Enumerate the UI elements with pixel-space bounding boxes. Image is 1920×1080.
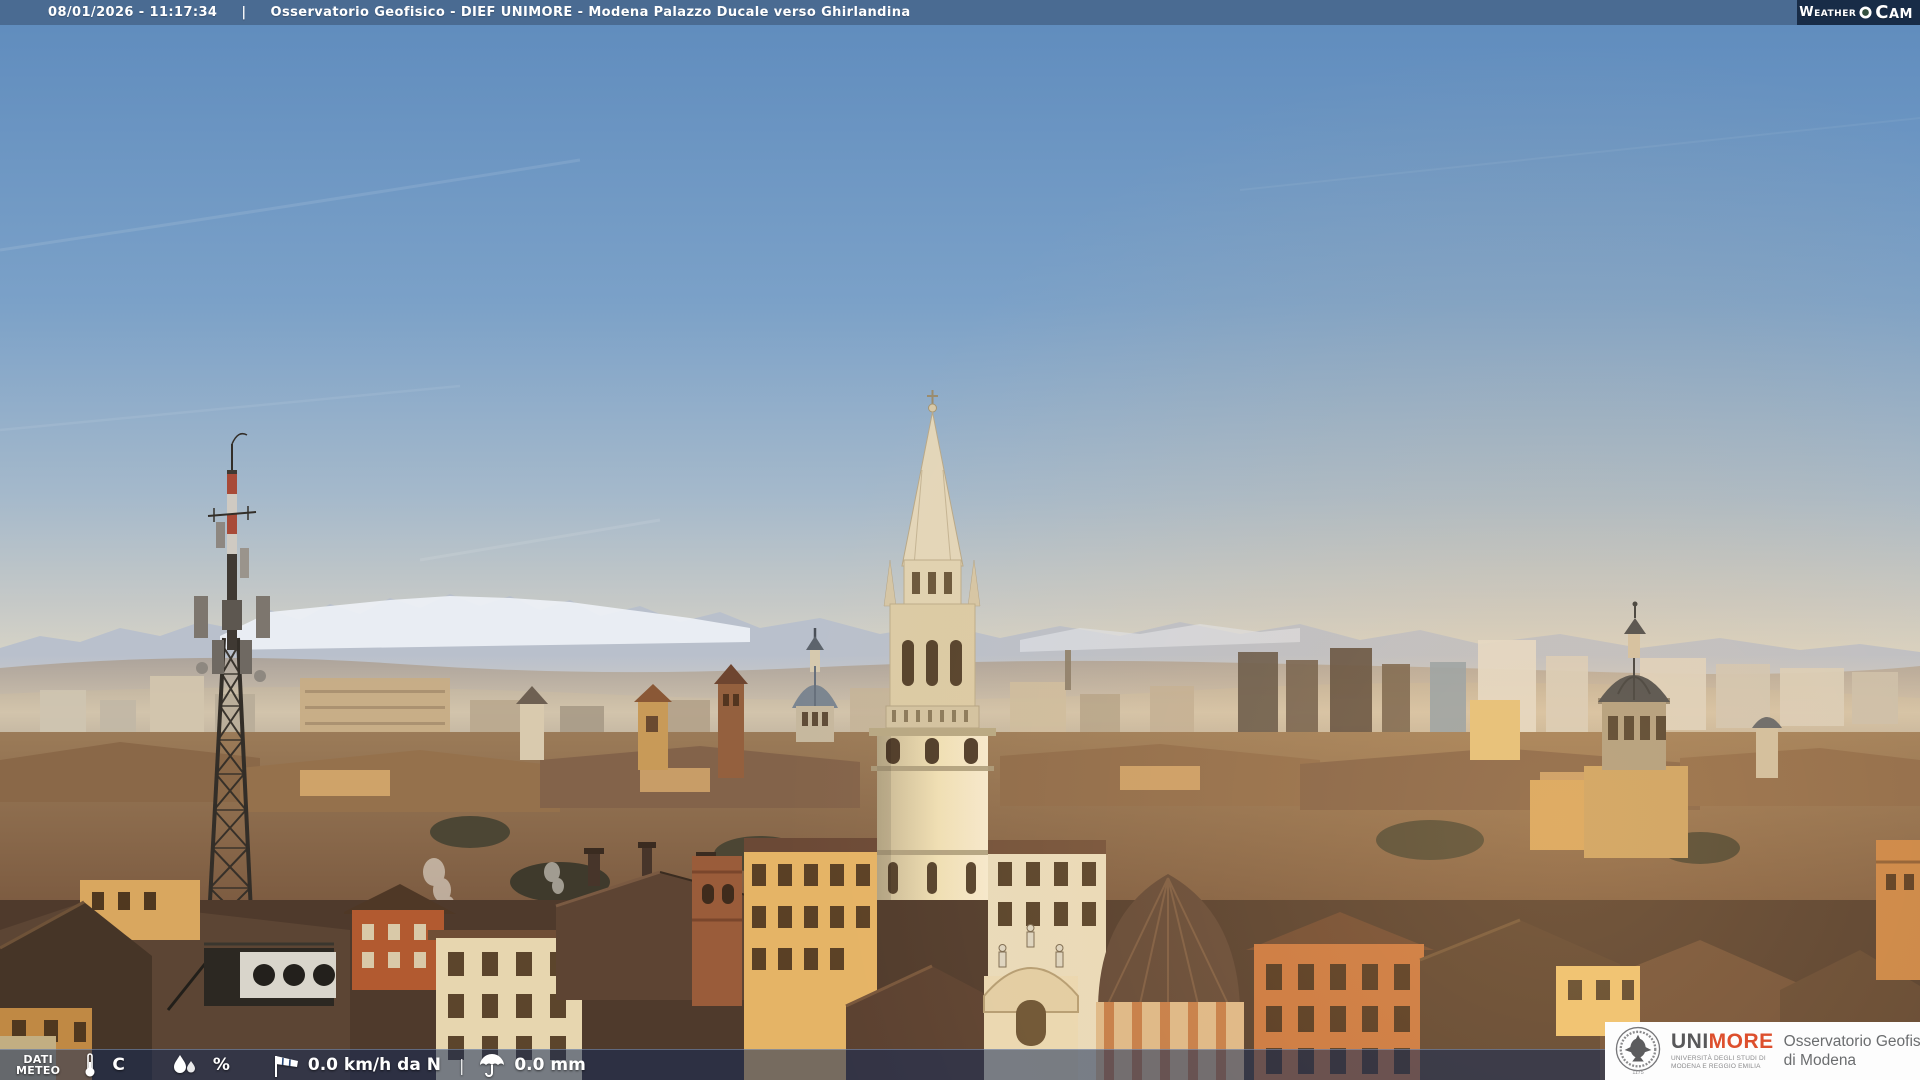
umbrella-icon [480, 1054, 505, 1077]
temperature-unit: C [112, 1055, 125, 1075]
windsock-icon [274, 1056, 298, 1077]
camera-title: Osservatorio Geofisico - DIEF UNIMORE - … [270, 5, 911, 20]
city-panorama-photo [0, 0, 1920, 1080]
logo-cam-text: Cam [1875, 1, 1913, 23]
unimore-wordmark: UNIMORE UNIVERSITÀ DEGLI STUDI DI MODENA… [1671, 1031, 1774, 1071]
seal-year: 1175 [1632, 1070, 1643, 1076]
observatory-name: Osservatorio Geofisico di Modena [1784, 1032, 1920, 1070]
weathercam-logo: Weather Cam [1797, 0, 1920, 25]
sun-glow [0, 0, 1920, 1080]
observatory-line1: Osservatorio Geofisico [1783, 1033, 1920, 1050]
weather-label-line2: METEO [16, 1064, 61, 1077]
rain-value: 0.0 mm [514, 1055, 586, 1075]
unimore-brand-box: 1175 UNIMORE UNIVERSITÀ DEGLI STUDI DI M… [1605, 1022, 1920, 1080]
university-line1: UNIVERSITÀ DEGLI STUDI DI [1671, 1055, 1766, 1062]
temperature-reading: C [84, 1052, 125, 1078]
logo-weather-text: Weather [1799, 5, 1857, 20]
wordmark-uni: UNI [1671, 1030, 1709, 1053]
unimore-seal-icon: 1175 [1615, 1026, 1661, 1076]
university-line2: MODENA E REGGIO EMILIA [1671, 1063, 1761, 1070]
lens-icon [1859, 6, 1872, 19]
webcam-frame: 08/01/2026 - 11:17:34 | Osservatorio Geo… [0, 0, 1920, 1080]
timestamp: 08/01/2026 - 11:17:34 [48, 5, 218, 20]
wind-value: 0.0 km/h da N [307, 1055, 441, 1075]
rain-reading: 0.0 mm [478, 1052, 586, 1078]
observatory-line2: di Modena [1783, 1052, 1857, 1069]
humidity-reading: % [171, 1053, 230, 1077]
header-bar: 08/01/2026 - 11:17:34 | Osservatorio Geo… [0, 0, 1920, 25]
weather-bar-label: DATI METEO [16, 1054, 60, 1076]
wind-reading: 0.0 km/h da N [270, 1052, 441, 1078]
humidity-icon [173, 1055, 195, 1073]
humidity-unit: % [212, 1055, 230, 1075]
weather-separator: | [458, 1055, 465, 1075]
wordmark-more: MORE [1708, 1030, 1774, 1053]
header-separator: | [241, 5, 247, 20]
thermometer-icon [85, 1053, 95, 1077]
